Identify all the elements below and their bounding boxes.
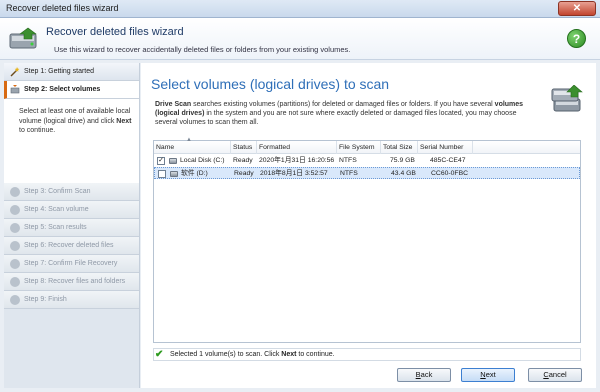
step-recover-deleted-files: Step 6: Recover deleted files [4, 237, 139, 255]
step-scan-volume: Step 4: Scan volume [4, 201, 139, 219]
checkmark-icon: ✔ [155, 349, 164, 360]
header-subtitle: Use this wizard to recover accidentally … [54, 45, 351, 54]
step-finish: Step 9: Finish [4, 291, 139, 309]
table-row-d[interactable]: 软件 (D:) Ready 2018年8月1日 3:52:57 NTFS 43.… [154, 167, 580, 179]
step-label: Step 4: Scan volume [24, 206, 89, 213]
status-bar: ✔ Selected 1 volume(s) to scan. Click Ne… [153, 348, 581, 361]
table-header: ▲ Name Status Formatted File System Tota… [154, 137, 580, 154]
wand-icon [10, 67, 20, 77]
col-formatted[interactable]: Formatted [257, 141, 337, 154]
title-bar: Recover deleted files wizard ✕ [0, 0, 600, 18]
step-confirm-scan: Step 3: Confirm Scan [4, 183, 139, 201]
step-label: Step 2: Select volumes [24, 86, 101, 93]
cell-fs: NTFS [339, 157, 357, 164]
header-title: Recover deleted files wizard [46, 26, 184, 38]
cell-fs: NTFS [340, 170, 358, 177]
status-next: Next [281, 351, 297, 358]
step-getting-started[interactable]: Step 1: Getting started [4, 63, 139, 81]
volume-icon [10, 85, 20, 95]
back-button[interactable]: Back [397, 368, 451, 382]
side-hint-text-end: to continue. [19, 127, 56, 134]
volumes-table: ▲ Name Status Formatted File System Tota… [153, 137, 581, 343]
row-checkbox-d[interactable] [158, 170, 166, 178]
page-title: Select volumes (logical drives) to scan [151, 76, 390, 92]
step-label: Step 9: Finish [24, 296, 67, 303]
folders-icon [10, 277, 20, 287]
scan-icon [10, 205, 20, 215]
steps-sidebar: Step 1: Getting started Step 2: Select v… [4, 63, 140, 388]
close-icon[interactable]: ✕ [558, 1, 596, 16]
drive-icon [169, 158, 177, 164]
wizard-header: Recover deleted files wizard Use this wi… [0, 18, 600, 60]
desc-bold-drive-scan: Drive Scan [155, 101, 192, 108]
step-label: Step 7: Confirm File Recovery [24, 260, 118, 267]
col-status[interactable]: Status [231, 141, 257, 154]
desc-text: searches existing volumes (partitions) f… [191, 101, 495, 108]
cell-size: 75.9 GB [390, 157, 415, 164]
page-description: Drive Scan searches existing volumes (pa… [155, 100, 535, 127]
cancel-button[interactable]: Cancel [528, 368, 582, 382]
cell-formatted: 2020年1月31日 16:20:56 [259, 157, 335, 164]
help-icon[interactable]: ? [567, 29, 586, 48]
desc-text-end: in the system and you are not sure where… [155, 110, 517, 126]
cell-name: 软件 (D:) [181, 170, 208, 177]
recover-icon [10, 241, 20, 251]
status-text-end: to continue. [296, 351, 335, 358]
col-file-system[interactable]: File System [337, 141, 381, 154]
cell-serial: CC60-0FBC [431, 170, 469, 177]
drives-icon [550, 84, 584, 117]
side-hint-next: Next [116, 117, 132, 125]
step-select-volumes[interactable]: Step 2: Select volumes [4, 81, 139, 99]
cell-size: 43.4 GB [391, 170, 416, 177]
cell-formatted: 2018年8月1日 3:52:57 [260, 170, 328, 177]
cell-name: Local Disk (C:) [180, 157, 225, 164]
step-label: Step 5: Scan results [24, 224, 87, 231]
col-total-size[interactable]: Total Size [381, 141, 418, 154]
cancel-label: ancel [548, 370, 567, 379]
window-title: Recover deleted files wizard [6, 3, 119, 13]
next-label: ext [485, 370, 496, 379]
side-hint-text: Select at least one of available local v… [19, 108, 131, 125]
col-serial-number[interactable]: Serial Number [418, 141, 473, 154]
next-button[interactable]: Next [461, 368, 515, 382]
hard-drive-icon [8, 26, 40, 54]
confirm-icon [10, 187, 20, 197]
confirm-recovery-icon [10, 259, 20, 269]
results-icon [10, 223, 20, 233]
main-panel: Select volumes (logical drives) to scan … [141, 63, 596, 388]
step-label: Step 8: Recover files and folders [24, 278, 126, 285]
step-scan-results: Step 5: Scan results [4, 219, 139, 237]
cell-status: Ready [234, 170, 254, 177]
drive-icon [170, 171, 178, 177]
status-message: Selected 1 volume(s) to scan. Click Next… [170, 349, 335, 361]
sidebar-gap [4, 169, 139, 183]
row-checkbox-c[interactable]: ✓ [157, 157, 165, 165]
step-label: Step 1: Getting started [24, 68, 95, 75]
back-label: ack [420, 370, 433, 379]
step-confirm-file-recovery: Step 7: Confirm File Recovery [4, 255, 139, 273]
side-hint: Select at least one of available local v… [4, 99, 139, 169]
step-recover-files-folders: Step 8: Recover files and folders [4, 273, 139, 291]
cell-status: Ready [233, 157, 253, 164]
table-row-c[interactable]: ✓ Local Disk (C:) Ready 2020年1月31日 16:20… [154, 155, 580, 167]
col-name[interactable]: Name [154, 141, 231, 154]
status-text: Selected 1 volume(s) to scan. Click [170, 351, 282, 358]
step-label: Step 6: Recover deleted files [24, 242, 114, 249]
cell-serial: 485C-CE47 [430, 157, 466, 164]
check-icon [10, 295, 20, 305]
step-label: Step 3: Confirm Scan [24, 188, 91, 195]
